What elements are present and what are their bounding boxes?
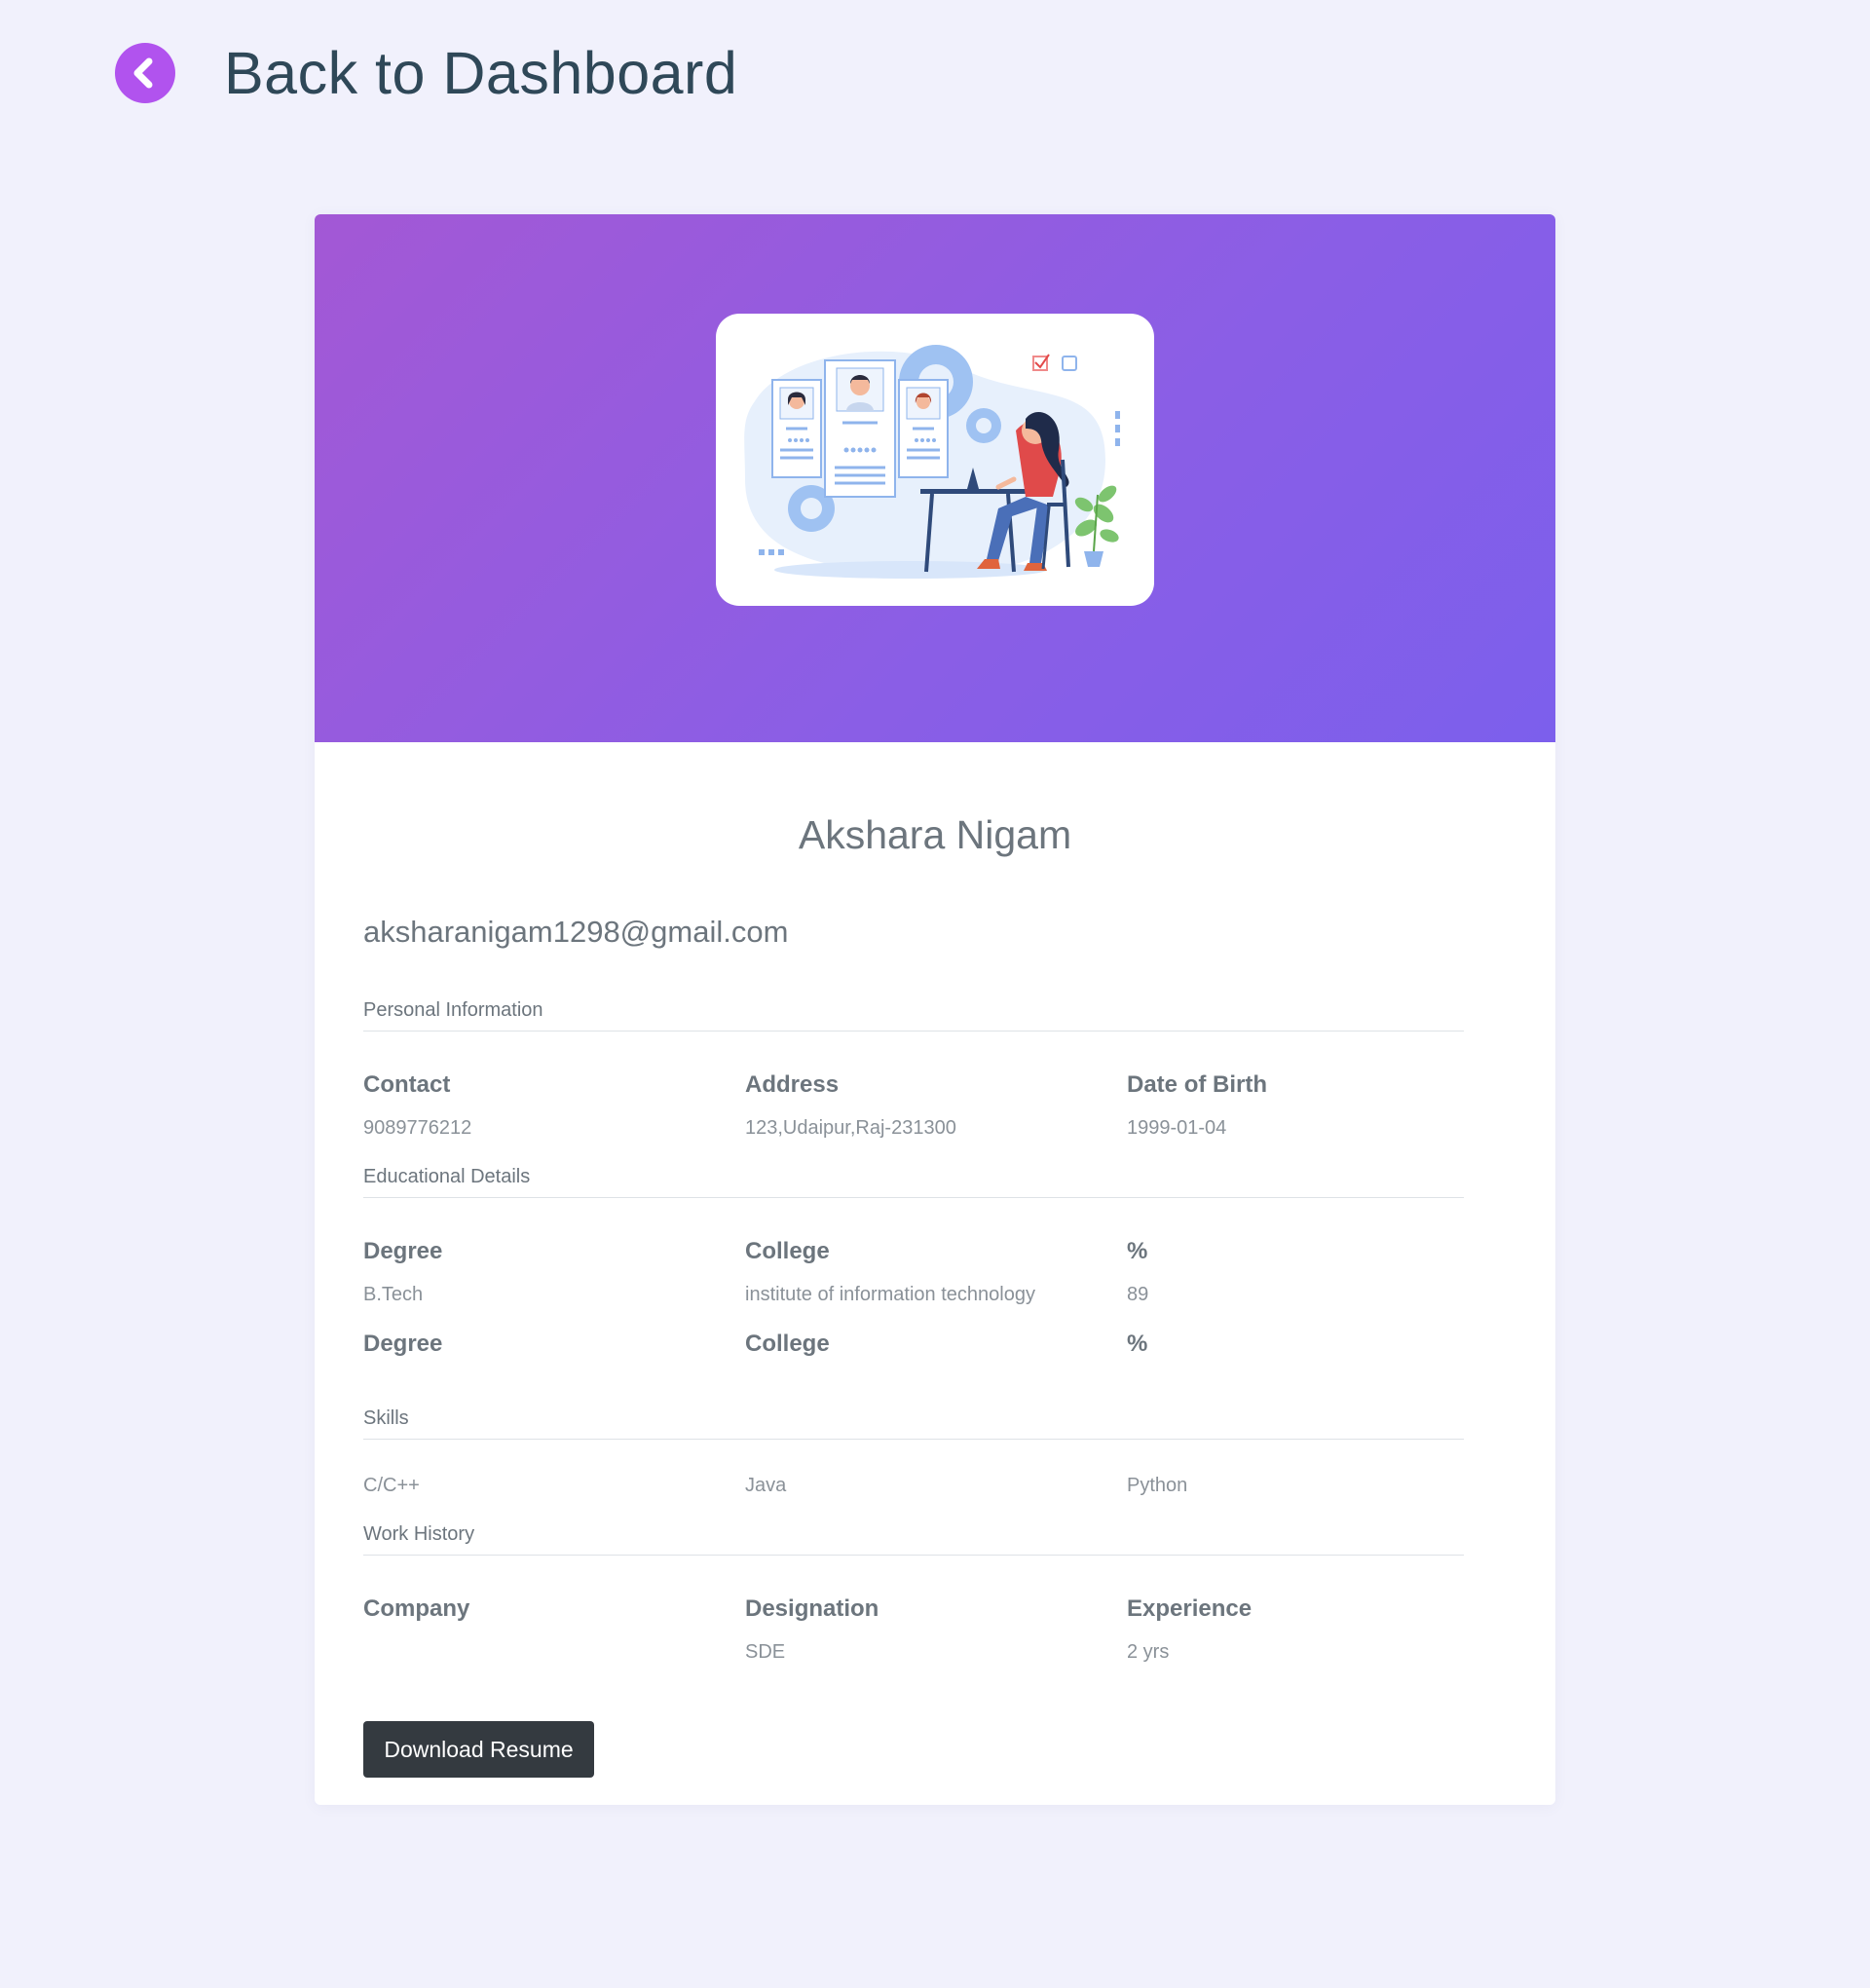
profile-card: Akshara Nigam aksharanigam1298@gmail.com…: [315, 214, 1555, 1805]
degree-label: Degree: [363, 1331, 443, 1357]
dob-label: Date of Birth: [1127, 1071, 1267, 1098]
degree-value: B.Tech: [363, 1284, 424, 1305]
percent-label: %: [1127, 1238, 1148, 1264]
contact-label: Contact: [363, 1071, 451, 1098]
experience-label: Experience: [1127, 1595, 1253, 1622]
skill-item: Python: [1127, 1475, 1188, 1496]
section-skills: Skills: [363, 1407, 1464, 1440]
skill-item: Java: [745, 1475, 787, 1496]
back-to-dashboard-link[interactable]: Back to Dashboard: [115, 39, 737, 107]
back-to-dashboard-label[interactable]: Back to Dashboard: [224, 39, 737, 107]
skill-item: C/C++: [363, 1475, 420, 1496]
section-personal-information: Personal Information: [363, 999, 1464, 1032]
percent-value: 89: [1127, 1284, 1149, 1305]
percent-label: %: [1127, 1331, 1148, 1357]
resume-illustration: [716, 314, 1154, 606]
address-value: 123,Udaipur,Raj-231300: [745, 1117, 956, 1139]
work-values-row: SDE 2 yrs: [363, 1641, 1464, 1664]
company-label: Company: [363, 1595, 470, 1622]
college-label: College: [745, 1238, 830, 1264]
degree-label: Degree: [363, 1238, 443, 1264]
education-values-row-1: B.Tech institute of information technolo…: [363, 1284, 1464, 1306]
college-value: institute of information technology: [745, 1284, 1035, 1305]
profile-name: Akshara Nigam: [798, 812, 1072, 857]
skills-row: C/C++ Java Python: [363, 1475, 1464, 1497]
profile-email: aksharanigam1298@gmail.com: [363, 915, 789, 949]
section-educational-details: Educational Details: [363, 1166, 1464, 1198]
personal-values-row: 9089776212 123,Udaipur,Raj-231300 1999-0…: [363, 1117, 1464, 1140]
address-label: Address: [745, 1071, 840, 1098]
education-labels-row-2: Degree College %: [363, 1331, 1464, 1358]
education-labels-row-1: Degree College %: [363, 1238, 1464, 1265]
profile-banner: [315, 214, 1555, 742]
personal-labels-row: Contact Address Date of Birth: [363, 1071, 1464, 1099]
college-label: College: [745, 1331, 830, 1357]
designation-value: SDE: [745, 1641, 786, 1663]
contact-value: 9089776212: [363, 1117, 472, 1139]
section-work-history: Work History: [363, 1523, 1464, 1556]
designation-label: Designation: [745, 1595, 879, 1622]
chevron-left-icon[interactable]: [115, 43, 175, 103]
company-value: [363, 1641, 745, 1664]
experience-value: 2 yrs: [1127, 1641, 1170, 1663]
dob-value: 1999-01-04: [1127, 1117, 1227, 1139]
download-resume-button[interactable]: Download Resume: [363, 1721, 594, 1778]
work-labels-row: Company Designation Experience: [363, 1595, 1464, 1623]
